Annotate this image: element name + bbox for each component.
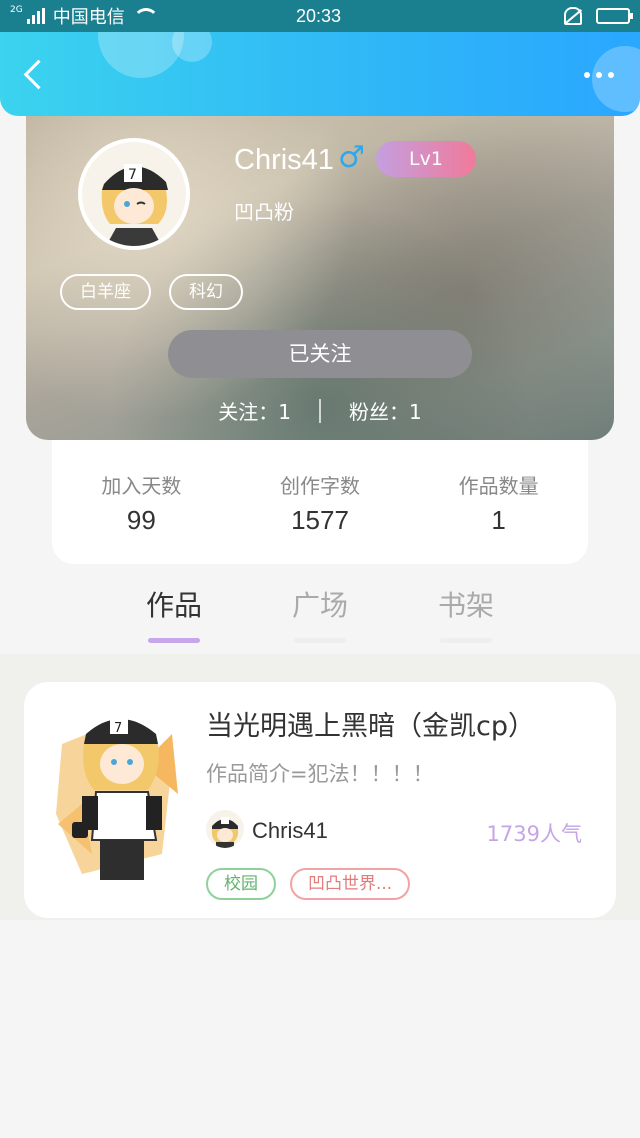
tab-indicator xyxy=(148,638,200,643)
stat-works-count: 作品数量 1 xyxy=(419,470,579,564)
followers-count[interactable]: 粉丝：1 xyxy=(349,396,422,425)
follow-button[interactable]: 已关注 xyxy=(168,330,472,378)
profile-tags: 白羊座 科幻 xyxy=(60,274,243,310)
work-tags: 校园 凹凸世界... xyxy=(206,868,411,900)
profile-card: 7 Chris41 ♂ Lv1 凹凸粉 白羊座 科幻 已关注 关注：1 粉丝：1 xyxy=(26,110,614,440)
stat-value: 1 xyxy=(491,505,506,535)
wifi-icon xyxy=(132,8,159,24)
popularity-count: 1739人气 xyxy=(486,822,582,846)
author-name[interactable]: Chris41 xyxy=(252,818,328,844)
top-header xyxy=(0,32,640,116)
battery-icon xyxy=(596,8,633,24)
tag-zodiac[interactable]: 白羊座 xyxy=(60,274,151,310)
tab-bookshelf[interactable]: 书架 xyxy=(436,584,496,654)
clock: 20:33 xyxy=(296,5,342,26)
tab-bar: 作品 广场 书架 xyxy=(0,584,640,654)
work-tag-campus[interactable]: 校园 xyxy=(206,868,276,900)
author-avatar[interactable] xyxy=(206,810,244,848)
tab-label: 作品 xyxy=(145,589,202,622)
status-left: 2G 中国电信 xyxy=(10,3,159,29)
svg-text:7: 7 xyxy=(128,167,137,183)
tab-square[interactable]: 广场 xyxy=(290,584,350,654)
tab-indicator xyxy=(440,638,492,643)
network-tag: 2G xyxy=(10,5,23,15)
user-subtitle: 凹凸粉 xyxy=(234,200,294,224)
divider xyxy=(319,398,321,423)
stat-value: 99 xyxy=(126,505,156,535)
work-title[interactable]: 当光明遇上黑暗（金凯cp） xyxy=(206,704,535,743)
stat-word-count: 创作字数 1577 xyxy=(240,470,400,564)
work-cover-image[interactable]: 7 xyxy=(52,704,188,892)
avatar[interactable]: 7 xyxy=(78,138,190,250)
follow-counts: 关注：1 粉丝：1 xyxy=(26,396,614,425)
stat-value: 1577 xyxy=(291,505,349,535)
status-right xyxy=(564,7,633,25)
back-arrow-icon[interactable] xyxy=(20,58,50,92)
tab-label: 书架 xyxy=(437,589,494,622)
status-bar: 2G 中国电信 20:33 xyxy=(0,0,640,32)
stats-card: 加入天数 99 创作字数 1577 作品数量 1 xyxy=(52,440,588,564)
stat-join-days: 加入天数 99 xyxy=(61,470,221,564)
work-card[interactable]: 7 当光明遇上黑暗（金凯cp） 作品简介=犯法！！！！ Chris41 1739… xyxy=(24,682,616,918)
tab-works[interactable]: 作品 xyxy=(144,584,204,654)
level-badge: Lv1 xyxy=(376,141,476,177)
carrier-name: 中国电信 xyxy=(52,7,125,28)
male-gender-icon: ♂ xyxy=(338,140,365,175)
work-tag-fandom[interactable]: 凹凸世界... xyxy=(290,868,411,900)
signal-icon xyxy=(26,8,45,24)
mute-bell-icon xyxy=(564,7,582,25)
more-dots-icon[interactable] xyxy=(584,72,614,78)
username: Chris41 xyxy=(234,144,334,176)
following-count[interactable]: 关注：1 xyxy=(218,396,291,425)
tab-label: 广场 xyxy=(291,589,348,622)
stat-label: 加入天数 xyxy=(101,474,182,498)
stat-label: 作品数量 xyxy=(458,474,539,498)
tab-indicator xyxy=(294,638,346,643)
work-description: 作品简介=犯法！！！！ xyxy=(206,762,434,786)
stat-label: 创作字数 xyxy=(279,474,360,498)
svg-text:7: 7 xyxy=(114,721,122,736)
tag-genre[interactable]: 科幻 xyxy=(169,274,243,310)
